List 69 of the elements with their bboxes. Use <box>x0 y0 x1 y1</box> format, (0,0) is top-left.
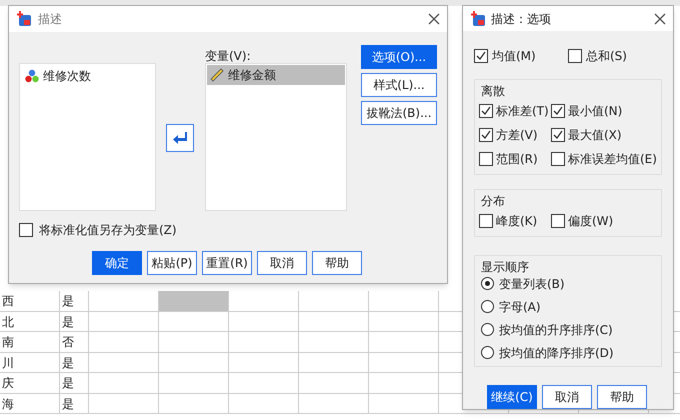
table-cell: 海 <box>0 394 60 413</box>
table-cell: 南 <box>0 332 60 352</box>
return-arrow-icon <box>172 132 187 144</box>
group-title: 离散 <box>481 83 505 100</box>
checkbox[interactable] <box>551 214 565 228</box>
radio-label: 字母(A) <box>499 298 541 316</box>
checkbox-label: 最大值(X) <box>568 127 622 144</box>
group-title: 分布 <box>481 193 505 210</box>
checkbox[interactable] <box>19 223 33 237</box>
checkbox-label: 标准差(T) <box>496 103 549 120</box>
table-cell: 庆 <box>0 373 60 392</box>
table-cell: 是 <box>60 394 89 413</box>
table-cell: 是 <box>60 291 89 310</box>
checkbox-label: 标准误差均值(E) <box>568 151 657 168</box>
checkbox-label: 偏度(W) <box>568 213 614 230</box>
checkbox[interactable] <box>479 104 493 118</box>
dialog-button[interactable]: 重置(R) <box>202 251 252 275</box>
ruler-icon <box>210 68 224 82</box>
radio-label: 按均值的降序排序(D) <box>499 344 614 362</box>
checkbox[interactable] <box>479 128 493 142</box>
list-item[interactable]: 维修次数 <box>23 67 152 85</box>
checkbox[interactable] <box>479 152 493 166</box>
checkbox[interactable] <box>551 128 565 142</box>
dialog-button[interactable]: 拔靴法(B)... <box>361 101 437 125</box>
move-button[interactable] <box>166 124 194 152</box>
checkbox[interactable] <box>551 104 565 118</box>
close-icon[interactable] <box>654 12 666 24</box>
checkbox-label: 峰度(K) <box>496 213 538 230</box>
group-title: 显示顺序 <box>481 259 529 276</box>
checkbox-label: 均值(M) <box>492 48 536 65</box>
dialog-button[interactable]: 样式(L)... <box>361 73 437 97</box>
radio-button[interactable] <box>481 300 494 313</box>
checkbox-label: 范围(R) <box>496 151 538 168</box>
dialog-button[interactable]: 帮助 <box>597 385 647 409</box>
dialog-button[interactable]: 粘贴(P) <box>147 251 197 275</box>
radio-label: 变量列表(B) <box>499 276 565 292</box>
table-cell: 否 <box>60 332 89 352</box>
dialog-button[interactable]: 选项(O)... <box>361 45 437 69</box>
checkbox[interactable] <box>474 49 488 63</box>
dialog-button[interactable]: 取消 <box>257 251 307 275</box>
radio-label: 按均值的升序排序(C) <box>499 322 613 338</box>
checkbox-label: 将标准化值另存为变量(Z) <box>39 222 177 239</box>
checkbox-label: 总和(S) <box>586 48 627 65</box>
field-label: 变量(V): <box>205 48 252 63</box>
checkbox-label: 最小值(N) <box>568 103 622 120</box>
radio-button[interactable] <box>481 277 494 290</box>
window-title: 描述：选项 <box>491 10 551 28</box>
table-cell: 是 <box>60 373 89 392</box>
checkbox[interactable] <box>551 152 565 166</box>
app-icon <box>16 11 32 27</box>
balls-icon <box>25 69 39 83</box>
close-icon[interactable] <box>428 13 440 25</box>
checkbox[interactable] <box>479 214 493 228</box>
table-cell: 北 <box>0 312 60 331</box>
list-item[interactable]: 维修金额 <box>207 65 345 85</box>
checkbox-label: 方差(V) <box>496 127 538 144</box>
dialog-button[interactable]: 确定 <box>92 251 142 275</box>
dialog-button[interactable]: 取消 <box>542 385 592 409</box>
table-cell: 是 <box>60 312 89 331</box>
radio-button[interactable] <box>481 323 494 336</box>
table-cell: 川 <box>0 352 60 372</box>
table-cell: 西 <box>0 291 60 310</box>
dialog-button[interactable]: 帮助 <box>312 251 362 275</box>
table-cell: 是 <box>60 352 89 372</box>
radio-button[interactable] <box>481 346 494 359</box>
dialog-button[interactable]: 继续(C) <box>487 385 537 409</box>
app-icon <box>470 10 486 26</box>
window-title: 描述 <box>38 11 62 28</box>
checkbox[interactable] <box>568 49 582 63</box>
